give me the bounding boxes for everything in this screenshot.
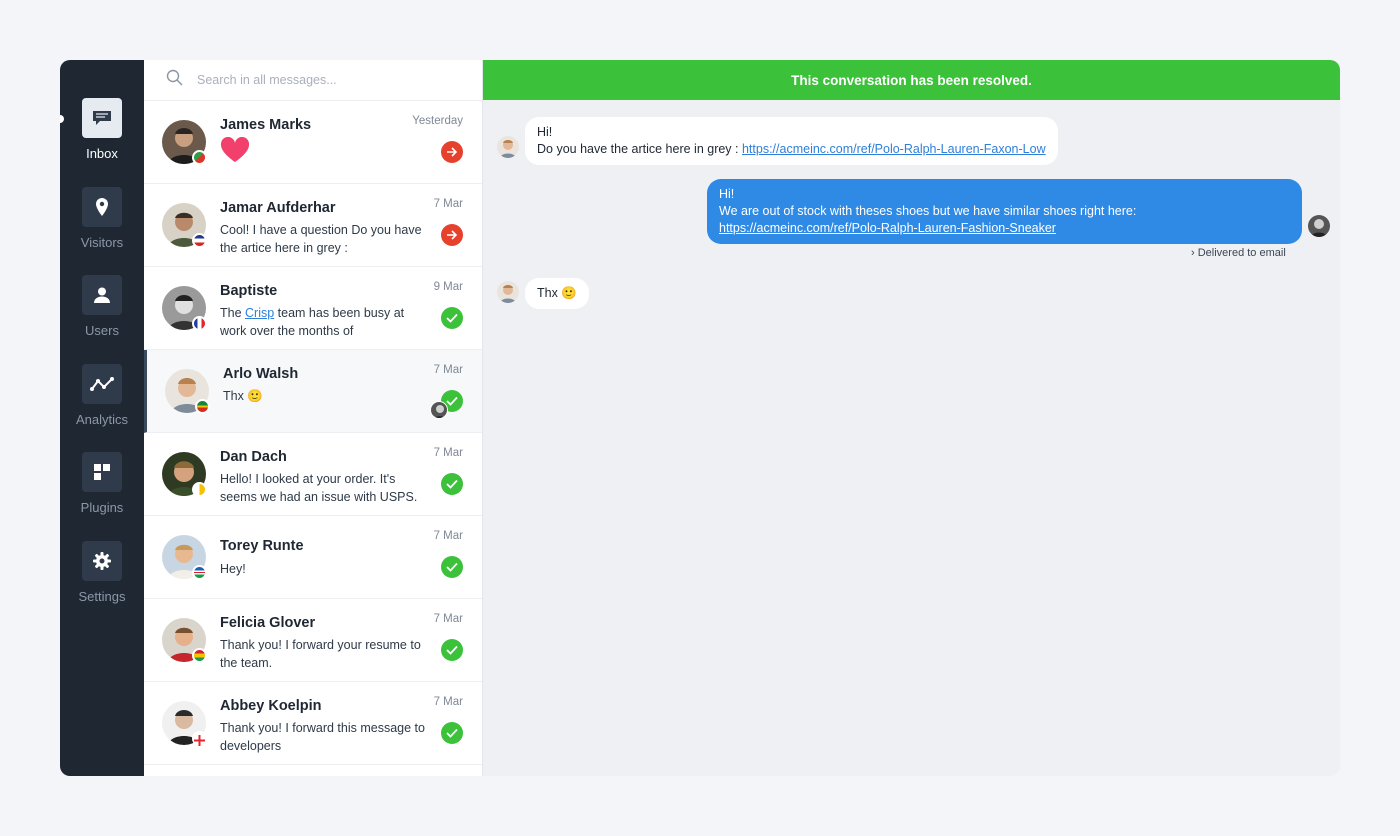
country-flag-icon [192, 648, 207, 663]
app-window: Inbox Visitors Users Analytics Plugins S… [60, 60, 1340, 776]
resolved-check-icon [441, 722, 463, 744]
resolved-check-icon [441, 473, 463, 495]
map-pin-icon [82, 186, 122, 227]
chat-bubble-icon [82, 98, 122, 138]
contact-name: Arlo Walsh [223, 366, 299, 382]
conversation-date: 9 Mar [433, 281, 463, 293]
conversation-list: James Marks Yesterday Jamar Aufderhar Co… [144, 60, 483, 776]
message-line: Do you have the artice here in grey : ht… [537, 141, 1046, 158]
message-bubble: Hi! Do you have the artice here in grey … [525, 117, 1058, 165]
conversation-date: 7 Mar [433, 530, 463, 542]
nav-label: Users [85, 323, 119, 338]
message-preview: Thank you! I forward this message to dev… [220, 721, 425, 753]
conversation-item[interactable]: Felicia Glover Thank you! I forward your… [144, 599, 482, 682]
nav-plugins[interactable]: Plugins [60, 452, 144, 541]
contact-name: Jamar Aufderhar [220, 200, 336, 216]
nav-users[interactable]: Users [60, 275, 144, 364]
gear-icon [82, 540, 122, 581]
conversation-item[interactable]: Baptiste The Crisp team has been busy at… [144, 267, 482, 350]
operator-avatar [1308, 215, 1330, 237]
visitor-avatar [497, 281, 519, 303]
nav-inbox[interactable]: Inbox [60, 98, 144, 187]
message-preview: Thank you! I forward your resume to the … [220, 638, 421, 670]
conversation-date: 7 Mar [433, 696, 463, 708]
conversation-item[interactable]: Torey Runte Hey! 7 Mar [144, 516, 482, 599]
message-line: We are out of stock with theses shoes bu… [719, 204, 1137, 218]
crisp-link[interactable]: Crisp [245, 306, 274, 320]
user-icon [82, 275, 122, 315]
conversation-item-selected[interactable]: Arlo Walsh Thx 🙂 7 Mar [144, 350, 482, 433]
contact-name: James Marks [220, 117, 312, 133]
message-text: Thx 🙂 [537, 286, 577, 300]
analytics-icon [82, 363, 122, 404]
contact-name: Dan Dach [220, 449, 287, 465]
conversation-date: Yesterday [412, 115, 463, 127]
search-icon[interactable] [166, 69, 183, 91]
contact-name: Baptiste [220, 283, 278, 299]
delivery-receipt: › Delivered to email [1191, 247, 1286, 259]
product-link[interactable]: https://acmeinc.com/ref/Polo-Ralph-Laure… [719, 221, 1056, 235]
incoming-message: Hi! Do you have the artice here in grey … [525, 117, 1058, 165]
conversation-item[interactable]: James Marks Yesterday [144, 101, 482, 184]
preview-text: The [220, 306, 246, 320]
heart-icon [220, 136, 430, 168]
conversation-item[interactable]: Abbey Koelpin Thank you! I forward this … [144, 682, 482, 765]
nav-analytics[interactable]: Analytics [60, 363, 144, 453]
sidebar: Inbox Visitors Users Analytics Plugins S… [60, 60, 144, 776]
receipt-text: Delivered to email [1197, 247, 1286, 259]
resolved-check-icon [441, 556, 463, 578]
conversation-date: 7 Mar [433, 613, 463, 625]
country-flag-icon [192, 150, 207, 165]
message-line: Hi! [719, 187, 735, 201]
search-bar [144, 60, 482, 101]
conversation-date: 7 Mar [433, 447, 463, 459]
conversation-date: 7 Mar [433, 198, 463, 210]
visitor-avatar [497, 136, 519, 158]
message-line: Hi! [537, 125, 553, 139]
message-bubble: Thx 🙂 [525, 278, 589, 309]
plugins-icon [82, 452, 122, 492]
message-preview: Thx 🙂 [223, 389, 263, 403]
country-flag-icon [195, 399, 210, 414]
search-input[interactable] [197, 73, 457, 87]
contact-name: Abbey Koelpin [220, 698, 322, 714]
country-flag-icon [192, 233, 207, 248]
country-flag-icon [192, 316, 207, 331]
country-flag-icon [192, 482, 207, 497]
conversation-date: 7 Mar [433, 364, 463, 376]
message-preview: The Crisp team has been busy at work ove… [220, 304, 430, 340]
contact-name: Torey Runte [220, 538, 304, 554]
contact-name: Felicia Glover [220, 615, 316, 631]
country-flag-icon [192, 565, 207, 580]
operator-avatar [430, 401, 448, 419]
pending-status-icon [441, 224, 463, 246]
country-flag-icon [192, 731, 207, 746]
nav-label: Analytics [75, 411, 129, 427]
message-bubble: Hi! We are out of stock with theses shoe… [707, 179, 1302, 244]
product-link[interactable]: https://acmeinc.com/ref/Polo-Ralph-Laure… [742, 142, 1046, 156]
resolved-check-icon [441, 639, 463, 661]
chevron-right-icon: › [1191, 247, 1195, 259]
chat-panel: This conversation has been resolved. Hi!… [483, 60, 1340, 776]
incoming-message: Thx 🙂 [525, 278, 589, 309]
message-line: https://acmeinc.com/ref/Polo-Ralph-Laure… [719, 220, 1290, 237]
message-preview: Hey! [220, 562, 246, 576]
nav-settings[interactable]: Settings [60, 540, 144, 630]
message-preview: Hello! I looked at your order. It's seem… [220, 472, 418, 504]
conversation-item[interactable]: Jamar Aufderhar Cool! I have a question … [144, 184, 482, 267]
nav-label: Settings [78, 588, 126, 604]
nav-visitors[interactable]: Visitors [60, 186, 144, 276]
pending-status-icon [441, 141, 463, 163]
nav-label: Plugins [80, 500, 124, 515]
outgoing-message: Hi! We are out of stock with theses shoe… [707, 179, 1302, 244]
resolved-banner: This conversation has been resolved. [483, 60, 1340, 100]
nav-label: Visitors [80, 234, 124, 250]
message-text: Do you have the artice here in grey : [537, 142, 742, 156]
nav-label: Inbox [86, 146, 118, 161]
message-preview: Cool! I have a question Do you have the … [220, 223, 422, 255]
conversation-item[interactable]: Dan Dach Hello! I looked at your order. … [144, 433, 482, 516]
resolved-check-icon [441, 307, 463, 329]
